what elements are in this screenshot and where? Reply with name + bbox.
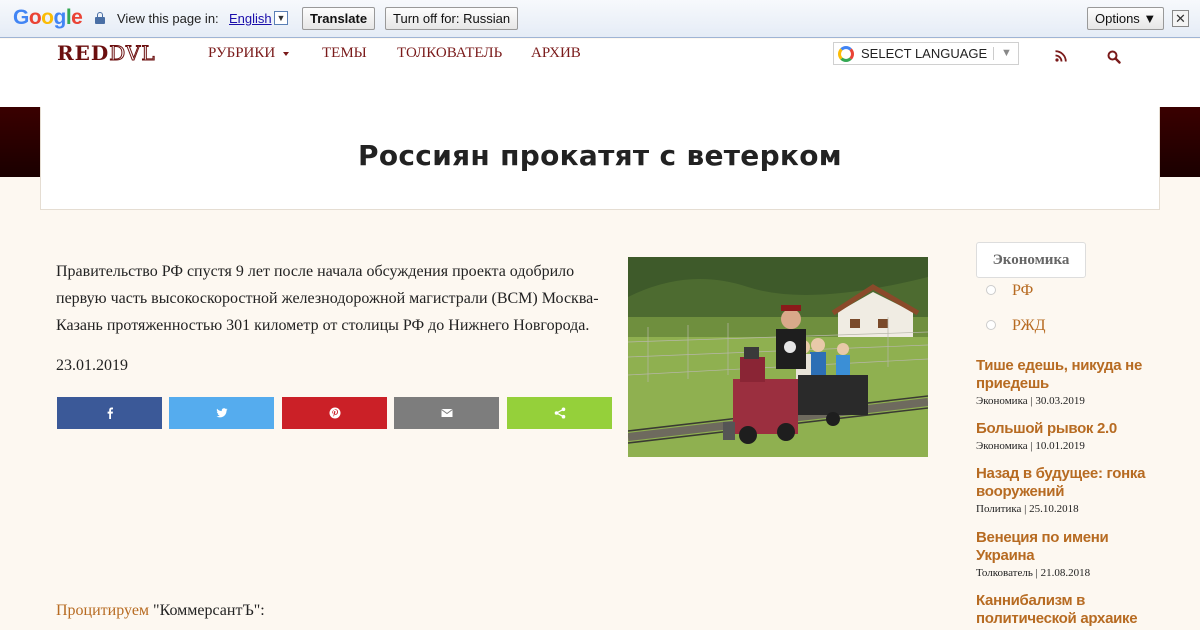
sidebar-post-meta: Толкователь | 21.08.2018 [976, 567, 1091, 579]
twitter-icon [216, 408, 227, 418]
logo-letter: o [41, 6, 54, 29]
category-tag[interactable]: Экономика [976, 242, 1086, 278]
dropdown-arrow-icon: ▼ [1001, 47, 1012, 59]
site-header: REDDVL РУБРИКИ ТЕМЫ ТОЛКОВАТЕЛЬ АРХИВ SE… [0, 39, 1200, 107]
language-link[interactable]: English [229, 11, 272, 26]
title-box: Россиян прокатят с ветерком [40, 107, 1160, 210]
nav-tolkovatel[interactable]: ТОЛКОВАТЕЛЬ [397, 45, 502, 62]
close-icon[interactable]: ✕ [1172, 10, 1189, 27]
google-logo: Google [13, 6, 83, 30]
bullet-icon [986, 320, 996, 330]
sidebar-post-title[interactable]: Каннибализм в политической архаике [976, 592, 1166, 628]
pinterest-share-button[interactable] [282, 397, 387, 429]
quote-intro: Процитируем "КоммерсантЪ": [56, 602, 265, 620]
caret-down-icon [283, 51, 290, 56]
nav-label: РУБРИКИ [208, 45, 276, 61]
logo-letter: e [71, 6, 83, 29]
sharethis-share-button[interactable] [507, 397, 612, 429]
rss-icon[interactable] [1055, 50, 1067, 62]
lock-icon [95, 12, 105, 24]
sidebar-post[interactable]: Назад в будущее: гонка вооружений Полити… [976, 465, 1166, 515]
bullet-icon [986, 285, 996, 295]
quote-link[interactable]: Процитируем [56, 602, 149, 619]
article-lead: Правительство РФ спустя 9 лет после нача… [56, 263, 599, 334]
sidebar-post-title[interactable]: Назад в будущее: гонка вооружений [976, 465, 1166, 501]
options-button[interactable]: Options ▼ [1087, 7, 1165, 30]
logo-letter: o [28, 6, 42, 29]
nav-arkhiv[interactable]: АРХИВ [531, 45, 581, 62]
sidebar-post[interactable]: Каннибализм в политической архаике [976, 592, 1166, 628]
translate-button[interactable]: Translate [302, 7, 376, 30]
email-icon [440, 409, 453, 417]
search-icon[interactable] [1107, 50, 1121, 64]
pinterest-icon [329, 407, 340, 419]
sidebar-post[interactable]: Тише едешь, никуда не приедешь Экономика… [976, 357, 1166, 407]
google-g-icon [838, 46, 854, 62]
page-title: Россиян прокатят с ветерком [358, 139, 842, 172]
twitter-share-button[interactable] [169, 397, 274, 429]
sidebar-post-meta: Политика | 25.10.2018 [976, 503, 1079, 515]
sidebar-post-title[interactable]: Тише едешь, никуда не приедешь [976, 357, 1166, 393]
email-share-button[interactable] [394, 397, 499, 429]
tag-item[interactable]: РЖД [986, 317, 1046, 335]
tag-item[interactable]: РФ [986, 282, 1033, 300]
sidebar-post-title[interactable]: Венеция по имени Украина [976, 529, 1166, 565]
sidebar-post-title[interactable]: Большой рывок 2.0 [976, 420, 1166, 438]
google-translate-bar: Google View this page in: English ▼ Tran… [0, 0, 1200, 38]
logo-letter: g [53, 6, 67, 29]
logo-accent: DVL [109, 41, 156, 66]
quote-source: "КоммерсантЪ": [153, 602, 265, 619]
article-photo [628, 257, 928, 457]
turn-off-button[interactable]: Turn off for: Russian [385, 7, 519, 30]
sidebar-post[interactable]: Большой рывок 2.0 Экономика | 10.01.2019 [976, 420, 1166, 452]
sidebar-post[interactable]: Венеция по имени Украина Толкователь | 2… [976, 529, 1166, 579]
tag-label: РФ [1012, 282, 1034, 299]
facebook-share-button[interactable] [57, 397, 162, 429]
select-language-dropdown[interactable]: SELECT LANGUAGE ▼ [833, 42, 1019, 65]
language-dropdown-icon[interactable]: ▼ [274, 11, 288, 25]
logo-main: RED [57, 41, 110, 65]
share-icon [554, 407, 565, 419]
sidebar-post-meta: Экономика | 10.01.2019 [976, 440, 1085, 452]
article-date: 23.01.2019 [56, 357, 128, 374]
sidebar-post-meta: Экономика | 30.03.2019 [976, 395, 1085, 407]
logo-letter: G [13, 6, 29, 29]
facebook-icon [107, 407, 113, 419]
select-language-label: SELECT LANGUAGE [861, 46, 988, 61]
translate-prompt: View this page in: [117, 11, 219, 26]
nav-temy[interactable]: ТЕМЫ [322, 45, 367, 62]
nav-rubriki[interactable]: РУБРИКИ [208, 45, 290, 62]
site-logo[interactable]: REDDVL [57, 41, 156, 66]
tag-label: РЖД [1012, 317, 1046, 334]
